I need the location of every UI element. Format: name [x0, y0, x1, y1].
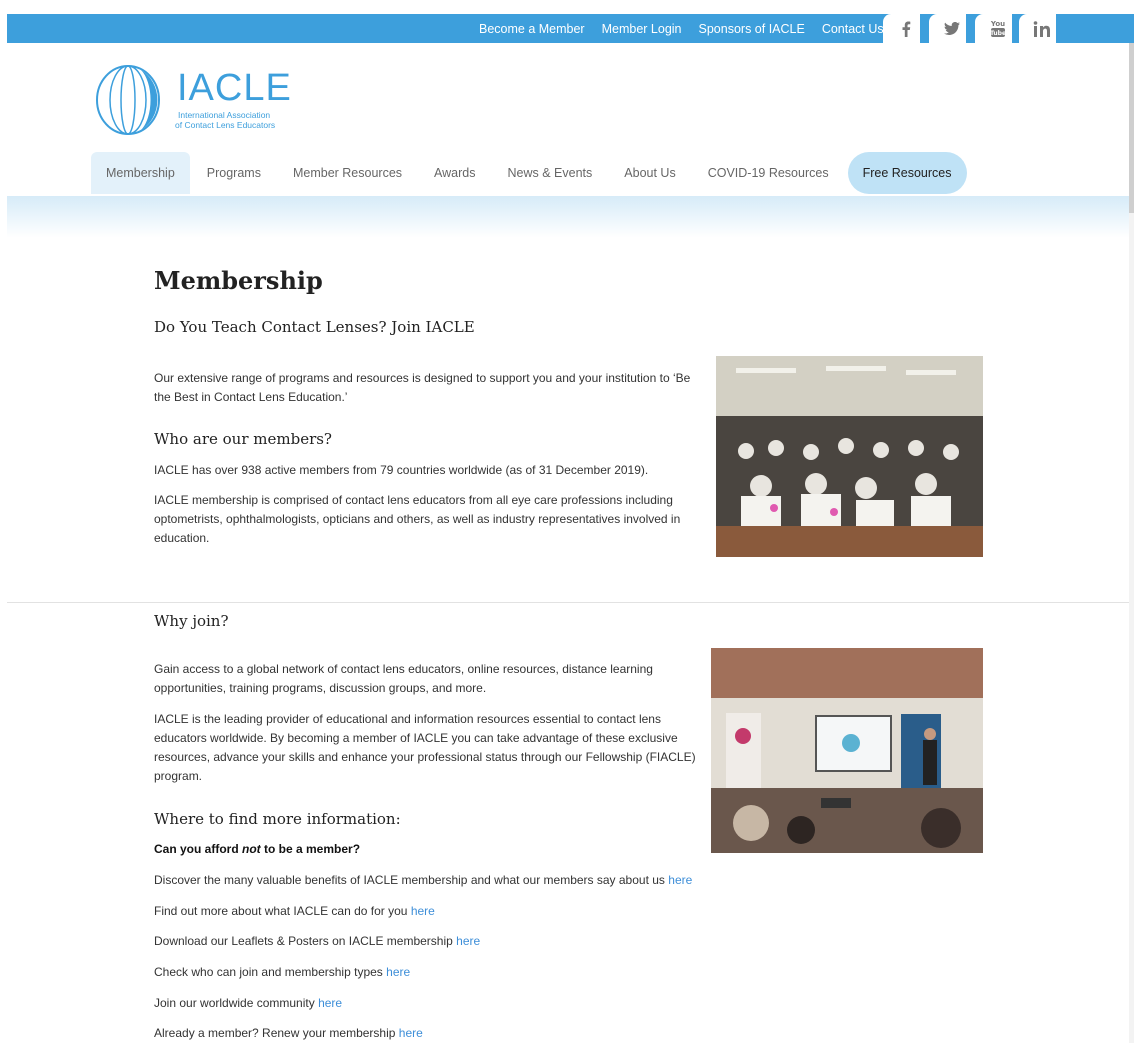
nav-about-us[interactable]: About Us [609, 152, 690, 194]
header-gradient-band [7, 196, 1134, 238]
types-here-link[interactable]: here [386, 965, 410, 979]
afford-pre: Can you afford [154, 842, 243, 856]
classroom-photo [716, 356, 983, 557]
why-heading: Why join? [154, 612, 229, 630]
about-here-link[interactable]: here [411, 904, 435, 918]
afford-emphasis: not [242, 842, 261, 856]
why-paragraph-1: Gain access to a global network of conta… [154, 662, 653, 695]
afford-line: Can you afford not to be a member? [154, 840, 699, 859]
info-line-renew: Already a member? Renew your membership … [154, 1024, 423, 1043]
svg-text:Tube: Tube [989, 30, 1005, 37]
info-line-benefits: Discover the many valuable benefits of I… [154, 871, 692, 890]
nav-news-events[interactable]: News & Events [493, 152, 608, 194]
info-line-join: Join our worldwide community here [154, 994, 342, 1013]
main-nav: Membership Programs Member Resources Awa… [91, 152, 969, 194]
nav-member-resources[interactable]: Member Resources [278, 152, 417, 194]
intro-paragraph: Our extensive range of programs and reso… [154, 371, 691, 404]
who-paragraph-2: IACLE membership is comprised of contact… [154, 493, 681, 545]
twitter-icon[interactable] [929, 14, 966, 43]
nav-free-resources-button[interactable]: Free Resources [847, 152, 967, 194]
svg-text:You: You [989, 20, 1004, 28]
info-text: Join our worldwide community [154, 996, 315, 1010]
seminar-photo [711, 648, 983, 853]
scrollbar-thumb[interactable] [1129, 43, 1134, 213]
who-heading: Who are our members? [154, 430, 332, 448]
info-text: Find out more about what IACLE can do fo… [154, 904, 408, 918]
globe-logo-icon [96, 65, 160, 135]
info-line-about: Find out more about what IACLE can do fo… [154, 902, 435, 921]
afford-post: to be a member? [260, 842, 361, 856]
youtube-icon[interactable]: You Tube [975, 14, 1012, 43]
info-text: Discover the many valuable benefits of I… [154, 873, 665, 887]
renew-here-link[interactable]: here [399, 1026, 423, 1040]
where-heading: Where to find more information: [154, 810, 401, 828]
become-member-link[interactable]: Become a Member [479, 22, 585, 36]
sponsors-link[interactable]: Sponsors of IACLE [699, 22, 805, 36]
nav-awards[interactable]: Awards [419, 152, 490, 194]
info-line-leaflets: Download our Leaflets & Posters on IACLE… [154, 932, 480, 951]
facebook-icon[interactable] [883, 14, 920, 43]
join-here-link[interactable]: here [318, 996, 342, 1010]
iacle-logo[interactable]: IACLE International Association of Conta… [95, 64, 295, 136]
contact-us-link[interactable]: Contact Us [822, 22, 884, 36]
info-text: Download our Leaflets & Posters on IACLE… [154, 934, 453, 948]
logo-tagline-1: International Association [178, 110, 271, 120]
nav-programs[interactable]: Programs [192, 152, 276, 194]
info-line-types: Check who can join and membership types … [154, 963, 410, 982]
nav-membership[interactable]: Membership [91, 152, 190, 194]
info-text: Already a member? Renew your membership [154, 1026, 396, 1040]
logo-tagline-2: of Contact Lens Educators [175, 120, 276, 130]
section-divider [7, 602, 1134, 603]
linkedin-icon[interactable] [1019, 14, 1056, 43]
nav-covid-resources[interactable]: COVID-19 Resources [693, 152, 844, 194]
page-title: Membership [154, 266, 323, 295]
leaflets-here-link[interactable]: here [456, 934, 480, 948]
info-text: Check who can join and membership types [154, 965, 383, 979]
who-paragraph-1: IACLE has over 938 active members from 7… [154, 463, 649, 477]
top-links: Become a Member Member Login Sponsors of… [479, 14, 901, 43]
why-paragraph-2: IACLE is the leading provider of educati… [154, 712, 696, 783]
logo-wordmark: IACLE [177, 67, 292, 109]
member-login-link[interactable]: Member Login [602, 22, 682, 36]
benefits-here-link[interactable]: here [668, 873, 692, 887]
page-subtitle: Do You Teach Contact Lenses? Join IACLE [154, 318, 475, 336]
